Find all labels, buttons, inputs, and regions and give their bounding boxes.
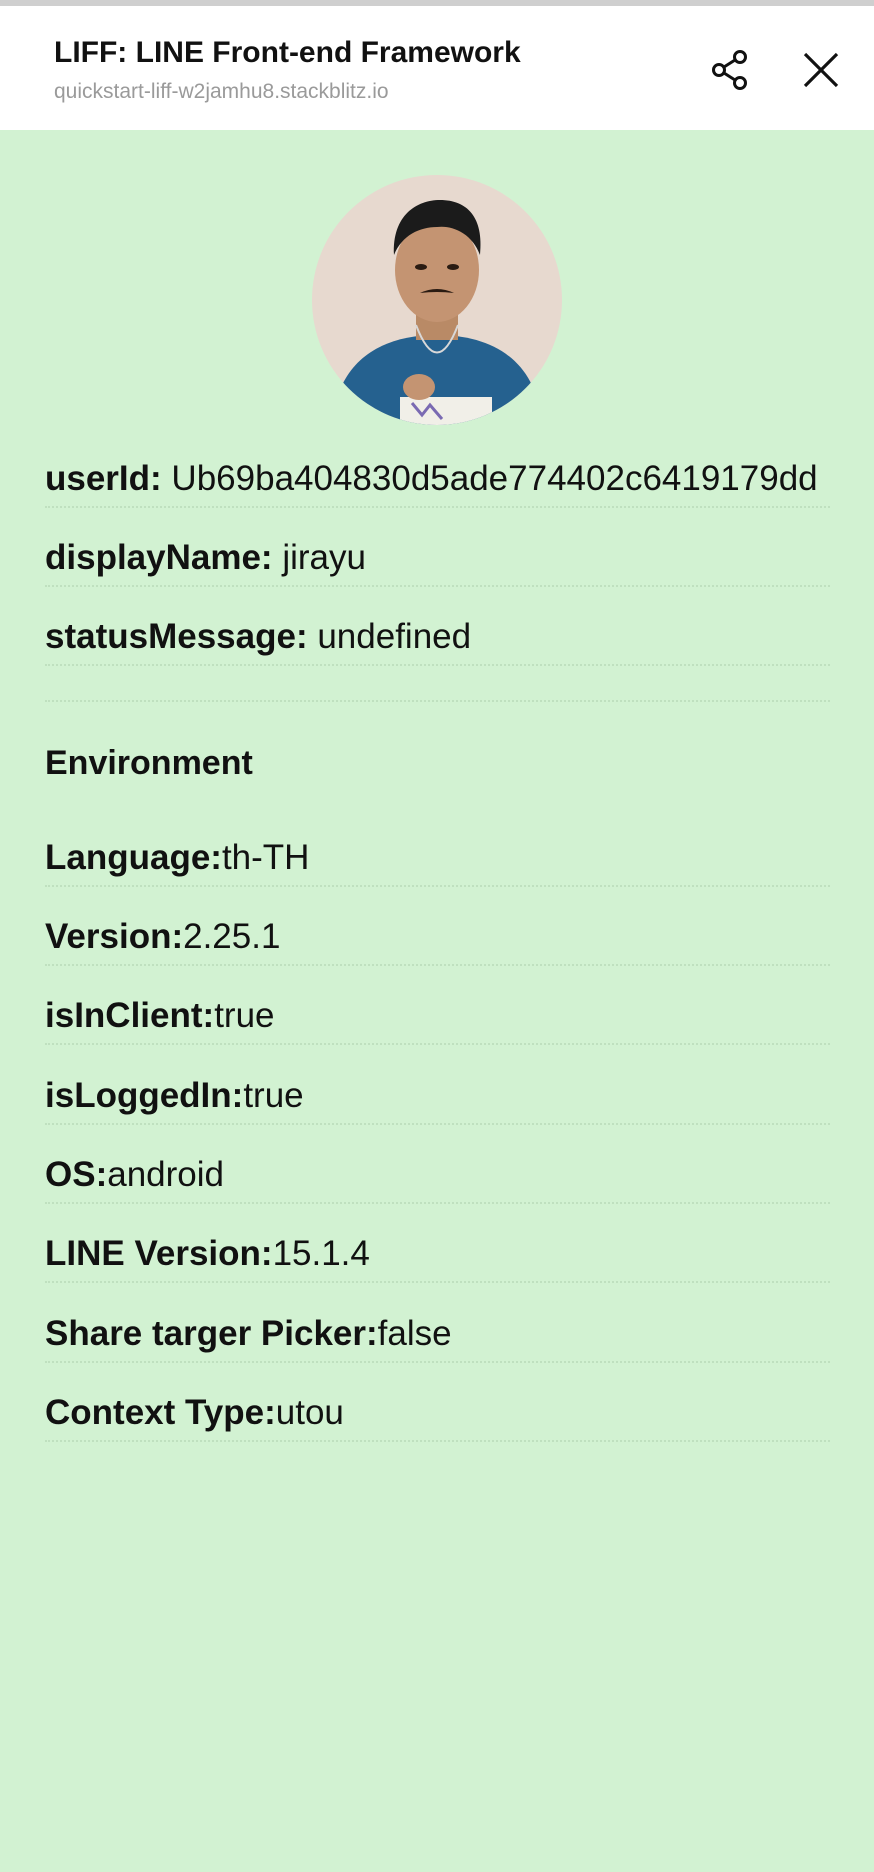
- field-label: displayName:: [45, 538, 273, 577]
- field-value: th-TH: [221, 838, 310, 877]
- env-share-target-picker: Share targer Picker:false: [45, 1305, 830, 1363]
- environment-heading: Environment: [45, 744, 253, 782]
- profile-photo: [312, 175, 562, 425]
- field-statusmessage: statusMessage: undefined: [45, 608, 830, 666]
- field-label: isLoggedIn:: [45, 1076, 244, 1115]
- env-version: Version:2.25.1: [45, 908, 830, 966]
- field-value: utou: [275, 1393, 344, 1432]
- page-title: LIFF: LINE Front-end Framework: [54, 36, 521, 69]
- env-line-version: LINE Version:15.1.4: [45, 1225, 830, 1283]
- env-isloggedin: isLoggedIn:true: [45, 1067, 830, 1125]
- field-label: Version:: [45, 917, 184, 956]
- field-label: Language:: [45, 838, 222, 877]
- env-os: OS:android: [45, 1146, 830, 1204]
- field-label: Share targer Picker:: [45, 1314, 378, 1353]
- page-url: quickstart-liff-w2jamhu8.stackblitz.io: [54, 80, 389, 103]
- env-context-type: Context Type:utou: [45, 1384, 830, 1442]
- profile-avatar: [312, 175, 562, 425]
- env-isinclient: isInClient:true: [45, 987, 830, 1045]
- field-value: true: [243, 1076, 304, 1115]
- env-language: Language:th-TH: [45, 829, 830, 887]
- field-value: 15.1.4: [272, 1234, 370, 1273]
- field-label: userId:: [45, 459, 162, 498]
- share-icon: [712, 50, 747, 90]
- share-button[interactable]: [702, 42, 758, 98]
- field-value: false: [377, 1314, 452, 1353]
- profile-content: userId: Ub69ba404830d5ade774402c6419179d…: [0, 130, 874, 1872]
- close-button[interactable]: [793, 42, 849, 98]
- field-value: android: [107, 1155, 224, 1194]
- field-value: jirayu: [272, 538, 366, 577]
- close-icon: [803, 52, 839, 88]
- field-label: Context Type:: [45, 1393, 276, 1432]
- field-displayname: displayName: jirayu: [45, 529, 830, 587]
- field-label: OS:: [45, 1155, 108, 1194]
- field-label: LINE Version:: [45, 1234, 273, 1273]
- field-label: isInClient:: [45, 996, 215, 1035]
- field-value: undefined: [307, 617, 472, 656]
- field-label: statusMessage:: [45, 617, 308, 656]
- field-value: true: [214, 996, 275, 1035]
- section-divider: [45, 700, 830, 702]
- field-value: Ub69ba404830d5ade774402c6419179dd: [161, 459, 818, 498]
- field-value: 2.25.1: [183, 917, 281, 956]
- field-userid: userId: Ub69ba404830d5ade774402c6419179d…: [45, 450, 830, 508]
- browser-header: LIFF: LINE Front-end Framework quickstar…: [0, 6, 874, 130]
